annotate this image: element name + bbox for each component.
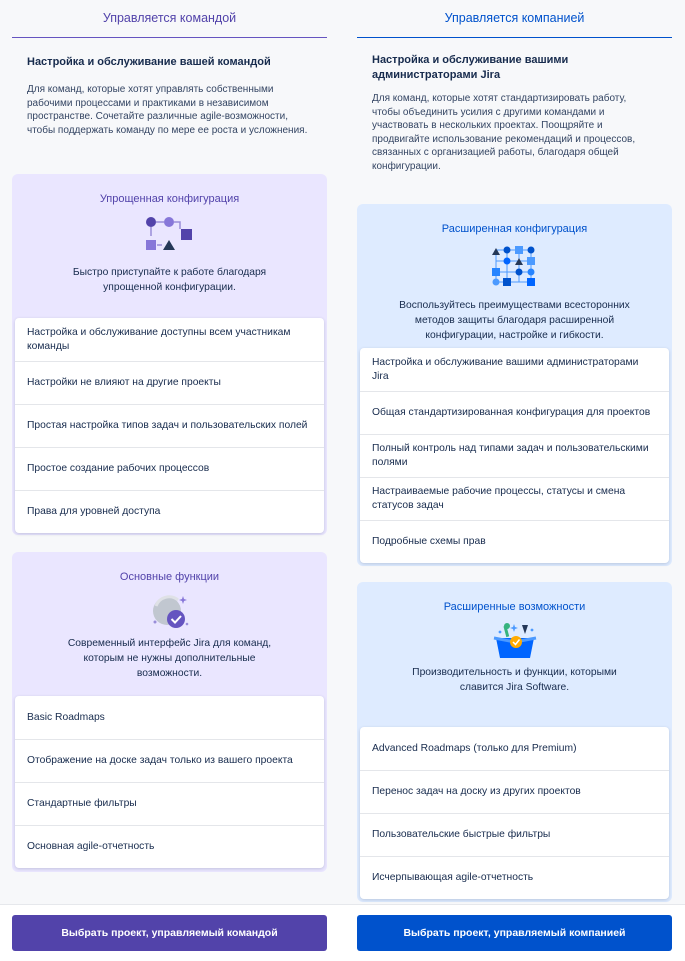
company-config-title: Расширенная конфигурация (441, 223, 588, 235)
company-config-list: Настройка и обслуживание вашими админист… (360, 348, 669, 563)
list-item: Простое создание рабочих процессов (15, 447, 324, 490)
list-item: Полный контроль над типами задач и польз… (360, 434, 669, 477)
list-item: Исчерпывающая agile-отчетность (360, 856, 669, 899)
list-item: Advanced Roadmaps (только для Premium) (372, 742, 577, 754)
list-item: Перенос задач на доску из других проекто… (360, 770, 669, 813)
list-item: Общая стандартизированная конфигурация д… (360, 391, 669, 434)
list-item: Отображение на доске задач только из ваш… (15, 739, 324, 782)
company-config-card: Расширенная конфигурация Воспользуйтесь … (357, 204, 672, 566)
list-item: Basic Roadmaps (27, 711, 105, 723)
team-managed-header: Управляется командой (12, 0, 327, 38)
select-team-managed-button[interactable]: Выбрать проект, управляемый командой (12, 915, 327, 951)
company-features-list: Advanced Roadmaps (только для Premium) П… (360, 727, 669, 899)
list-item: Настраиваемые рабочие процессы, статусы … (360, 477, 669, 520)
company-intro-text: Для команд, которые хотят стандартизиров… (372, 93, 636, 172)
team-features-description: Современный интерфейс Jira для команд, к… (67, 638, 272, 679)
simple-config-icon (145, 217, 192, 250)
team-managed-column: Управляется командой Настройка и обслужи… (12, 0, 327, 872)
team-config-card: Упрощенная конфигурация Быстро приступай… (12, 174, 327, 535)
company-features-title: Расширенные возможности (443, 601, 586, 613)
footer-bar: Выбрать проект, управляемый командой Выб… (0, 904, 685, 961)
company-managed-column: Управляется компанией Настройка и обслуж… (357, 0, 672, 902)
company-config-description: Воспользуйтесь преимуществами всесторонн… (399, 300, 630, 341)
team-config-description: Быстро приступайте к работе благодаря уп… (72, 267, 267, 293)
team-intro-title: Настройка и обслуживание вашей командой (27, 56, 271, 68)
team-features-title: Основные функции (119, 571, 220, 583)
list-item: Настройка и обслуживание доступны всем у… (27, 326, 291, 352)
list-item: Пользовательские быстрые фильтры (360, 813, 669, 856)
list-item: Простая настройка типов задач и пользова… (15, 404, 324, 447)
select-company-managed-button[interactable]: Выбрать проект, управляемый компанией (357, 915, 672, 951)
company-features-card: Расширенные возможности Производительнос… (357, 582, 672, 902)
list-item: Основная agile-отчетность (15, 825, 324, 868)
advanced-config-icon (491, 246, 535, 286)
list-item: Настройки не влияют на другие проекты (15, 361, 324, 404)
team-config-title: Упрощенная конфигурация (99, 193, 240, 205)
team-features-list: Basic Roadmaps Отображение на доске зада… (15, 696, 324, 868)
list-item: Права для уровней доступа (15, 490, 324, 533)
list-item: Стандартные фильтры (15, 782, 324, 825)
basic-features-icon (152, 595, 188, 628)
team-intro-text: Для команд, которые хотят управлять собс… (27, 84, 308, 136)
team-config-list: Настройка и обслуживание доступны всем у… (15, 318, 324, 533)
company-features-description: Производительность и функции, которыми с… (412, 667, 617, 693)
company-managed-header: Управляется компанией (357, 0, 672, 38)
list-item: Подробные схемы прав (360, 520, 669, 563)
team-features-card: Основные функции Современный интерфейс J… (12, 552, 327, 872)
list-item: Настройка и обслуживание вашими админист… (372, 356, 639, 382)
company-intro-title: Настройка и обслуживание вашими админист… (372, 54, 569, 81)
advanced-features-icon (493, 623, 536, 658)
